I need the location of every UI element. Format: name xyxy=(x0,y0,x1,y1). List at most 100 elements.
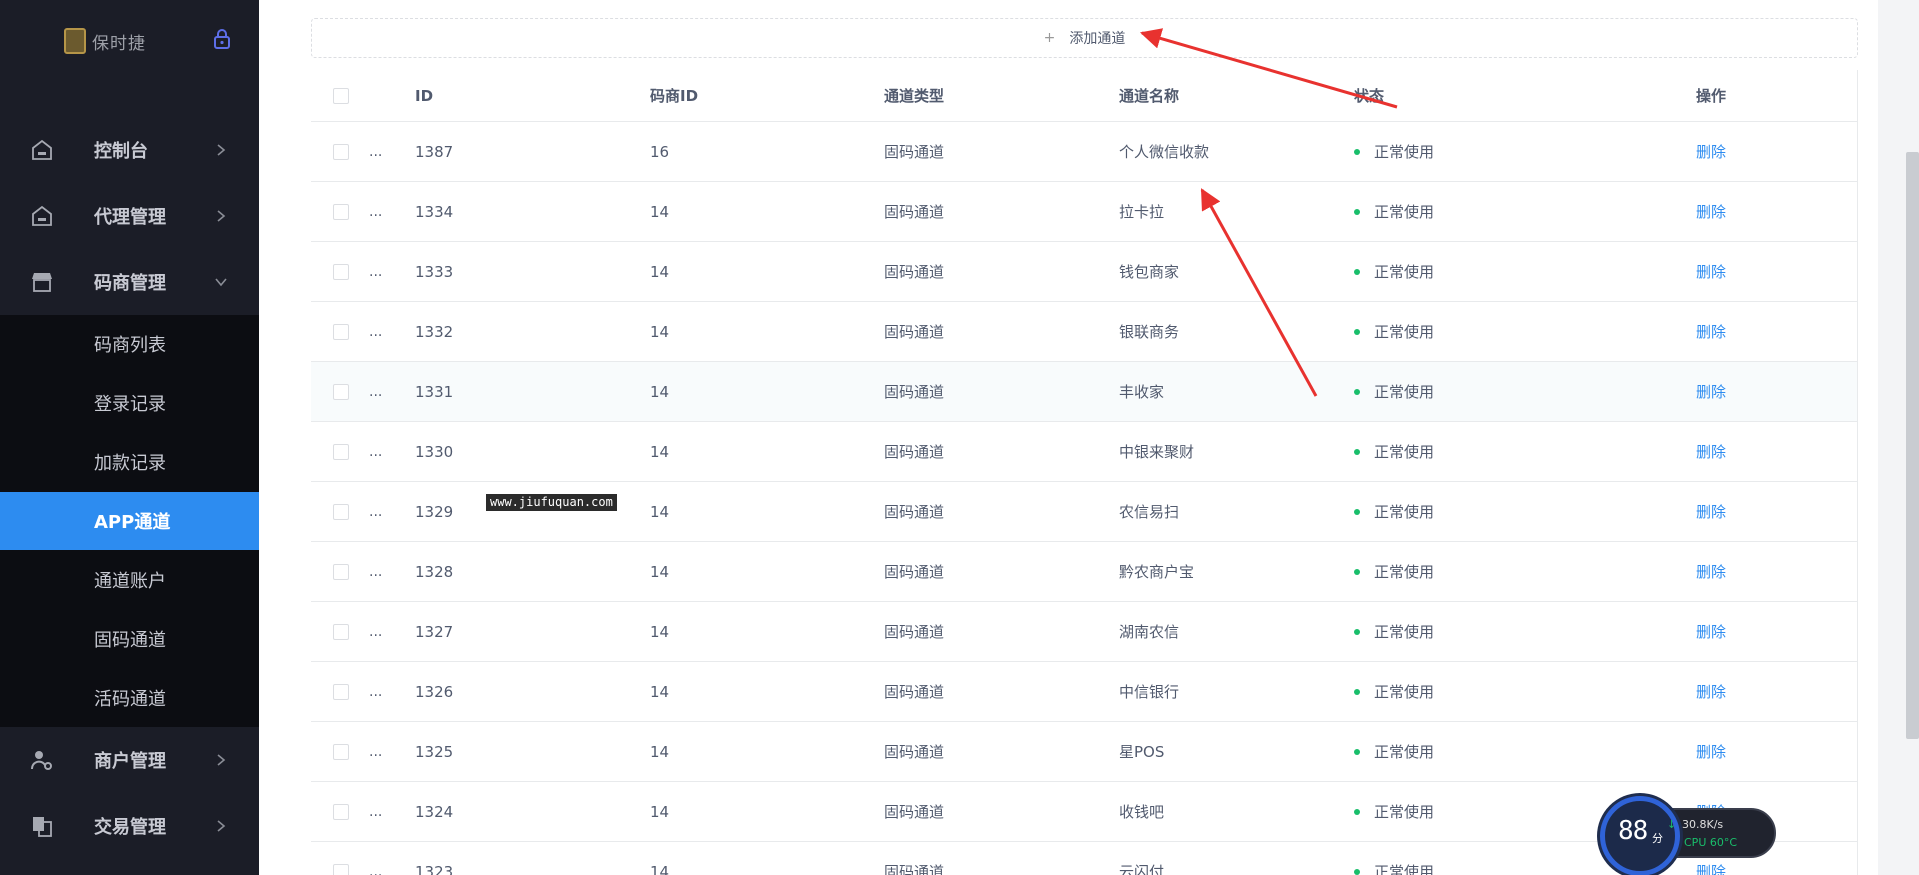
cell-name: 拉卡拉 xyxy=(1119,203,1165,221)
submenu-item-merchant-list[interactable]: 码商列表 xyxy=(0,315,259,373)
row-checkbox[interactable] xyxy=(333,624,349,640)
cell-name: 黔农商户宝 xyxy=(1119,563,1195,581)
status-dot-icon xyxy=(1354,628,1360,635)
row-expand-toggle[interactable]: ... xyxy=(369,602,382,662)
brand-logo: 保时捷 xyxy=(64,28,146,54)
delete-button[interactable]: 删除 xyxy=(1696,143,1726,161)
delete-button[interactable]: 删除 xyxy=(1696,323,1726,341)
row-expand-toggle[interactable]: ... xyxy=(369,242,382,302)
row-expand-toggle[interactable]: ... xyxy=(369,302,382,362)
row-expand-toggle[interactable]: ... xyxy=(369,182,382,242)
home-icon xyxy=(32,139,52,160)
lock-icon[interactable] xyxy=(212,28,232,50)
cell-action: 删除 xyxy=(1696,662,1726,722)
row-expand-toggle[interactable]: ... xyxy=(369,722,382,782)
cell-status: 正常使用 xyxy=(1354,542,1434,602)
status-text: 正常使用 xyxy=(1374,503,1435,521)
cell-name: 丰收家 xyxy=(1119,383,1165,401)
delete-button[interactable]: 删除 xyxy=(1696,743,1726,761)
table-row: ... 1331 14 固码通道 丰收家 正常使用 删除 xyxy=(311,362,1857,422)
cell-type: 固码通道 xyxy=(884,443,945,461)
scrollbar-thumb[interactable] xyxy=(1906,152,1919,739)
submenu-item-fixed-code-channel[interactable]: 固码通道 xyxy=(0,610,259,668)
select-all-checkbox[interactable] xyxy=(333,88,349,104)
submenu-item-funding-records[interactable]: 加款记录 xyxy=(0,433,259,491)
row-checkbox[interactable] xyxy=(333,504,349,520)
cell-type: 固码通道 xyxy=(884,863,945,875)
menu-label: 码商管理 xyxy=(94,273,166,294)
column-header-id[interactable]: ID xyxy=(415,70,433,122)
delete-button[interactable]: 删除 xyxy=(1696,503,1726,521)
row-expand-toggle[interactable]: ... xyxy=(369,782,382,842)
table-row: ... 1332 14 固码通道 银联商务 正常使用 删除 xyxy=(311,302,1857,362)
cell-status: 正常使用 xyxy=(1354,602,1434,662)
submenu-label: 通道账户 xyxy=(94,571,166,592)
cell-id: 1332 xyxy=(415,323,454,341)
delete-button[interactable]: 删除 xyxy=(1696,623,1726,641)
cell-status: 正常使用 xyxy=(1354,182,1434,242)
delete-button[interactable]: 删除 xyxy=(1696,383,1726,401)
row-checkbox[interactable] xyxy=(333,744,349,760)
menu-item-agent[interactable]: 代理管理 xyxy=(0,183,259,249)
row-expand-toggle[interactable]: ... xyxy=(369,662,382,722)
table-header: ID 码商ID 通道类型 通道名称 状态 操作 xyxy=(311,70,1857,122)
system-monitor-widget[interactable]: 88 分 ↓ 30.8K/s CPU 60°C xyxy=(1600,796,1776,875)
row-expand-toggle[interactable]: ... xyxy=(369,362,382,422)
delete-button[interactable]: 删除 xyxy=(1696,203,1726,221)
cell-status: 正常使用 xyxy=(1354,782,1434,842)
cell-merchant-id: 14 xyxy=(650,203,670,221)
row-checkbox[interactable] xyxy=(333,264,349,280)
column-header-name[interactable]: 通道名称 xyxy=(1119,70,1179,122)
page-scrollbar[interactable] xyxy=(1878,0,1919,875)
store-icon xyxy=(32,273,52,292)
column-header-type[interactable]: 通道类型 xyxy=(884,70,944,122)
row-checkbox[interactable] xyxy=(333,444,349,460)
menu-item-merchant[interactable]: 商户管理 xyxy=(0,727,259,793)
submenu-item-login-records[interactable]: 登录记录 xyxy=(0,374,259,432)
row-checkbox[interactable] xyxy=(333,684,349,700)
row-checkbox[interactable] xyxy=(333,804,349,820)
chevron-right-icon xyxy=(217,754,226,766)
status-text: 正常使用 xyxy=(1374,683,1435,701)
cell-id: 1323 xyxy=(415,863,454,875)
status-text: 正常使用 xyxy=(1374,323,1435,341)
row-checkbox[interactable] xyxy=(333,564,349,580)
table-row: ... 1325 14 固码通道 星POS 正常使用 删除 xyxy=(311,722,1857,782)
submenu-item-app-channel[interactable]: APP通道 xyxy=(0,492,259,550)
cell-action: 删除 xyxy=(1696,362,1726,422)
status-dot-icon xyxy=(1354,568,1360,575)
cell-status: 正常使用 xyxy=(1354,362,1434,422)
cell-type: 固码通道 xyxy=(884,743,945,761)
submenu-item-dynamic-code-channel[interactable]: 活码通道 xyxy=(0,669,259,727)
row-checkbox[interactable] xyxy=(333,864,349,875)
cell-type: 固码通道 xyxy=(884,563,945,581)
row-expand-toggle[interactable]: ... xyxy=(369,422,382,482)
delete-button[interactable]: 删除 xyxy=(1696,683,1726,701)
row-expand-toggle[interactable]: ... xyxy=(369,122,382,182)
chevron-right-icon xyxy=(217,144,226,156)
cell-action: 删除 xyxy=(1696,482,1726,542)
cell-id: 1329 xyxy=(415,503,454,521)
status-dot-icon xyxy=(1354,208,1360,215)
delete-button[interactable]: 删除 xyxy=(1696,563,1726,581)
cell-id: 1328 xyxy=(415,563,454,581)
row-checkbox[interactable] xyxy=(333,144,349,160)
column-header-merchant-id[interactable]: 码商ID xyxy=(650,70,698,122)
menu-item-code-merchant[interactable]: 码商管理 xyxy=(0,249,259,315)
add-channel-button[interactable]: + 添加通道 xyxy=(311,18,1858,58)
row-checkbox[interactable] xyxy=(333,204,349,220)
row-checkbox[interactable] xyxy=(333,384,349,400)
delete-button[interactable]: 删除 xyxy=(1696,263,1726,281)
menu-item-transaction[interactable]: 交易管理 xyxy=(0,793,259,859)
column-header-status[interactable]: 状态 xyxy=(1354,70,1384,122)
row-expand-toggle[interactable]: ... xyxy=(369,842,382,875)
row-expand-toggle[interactable]: ... xyxy=(369,482,382,542)
row-checkbox[interactable] xyxy=(333,324,349,340)
status-text: 正常使用 xyxy=(1374,803,1435,821)
status-text: 正常使用 xyxy=(1374,203,1435,221)
menu-item-dashboard[interactable]: 控制台 xyxy=(0,117,259,183)
submenu-item-channel-account[interactable]: 通道账户 xyxy=(0,551,259,609)
row-expand-toggle[interactable]: ... xyxy=(369,542,382,602)
cell-type: 固码通道 xyxy=(884,503,945,521)
delete-button[interactable]: 删除 xyxy=(1696,443,1726,461)
